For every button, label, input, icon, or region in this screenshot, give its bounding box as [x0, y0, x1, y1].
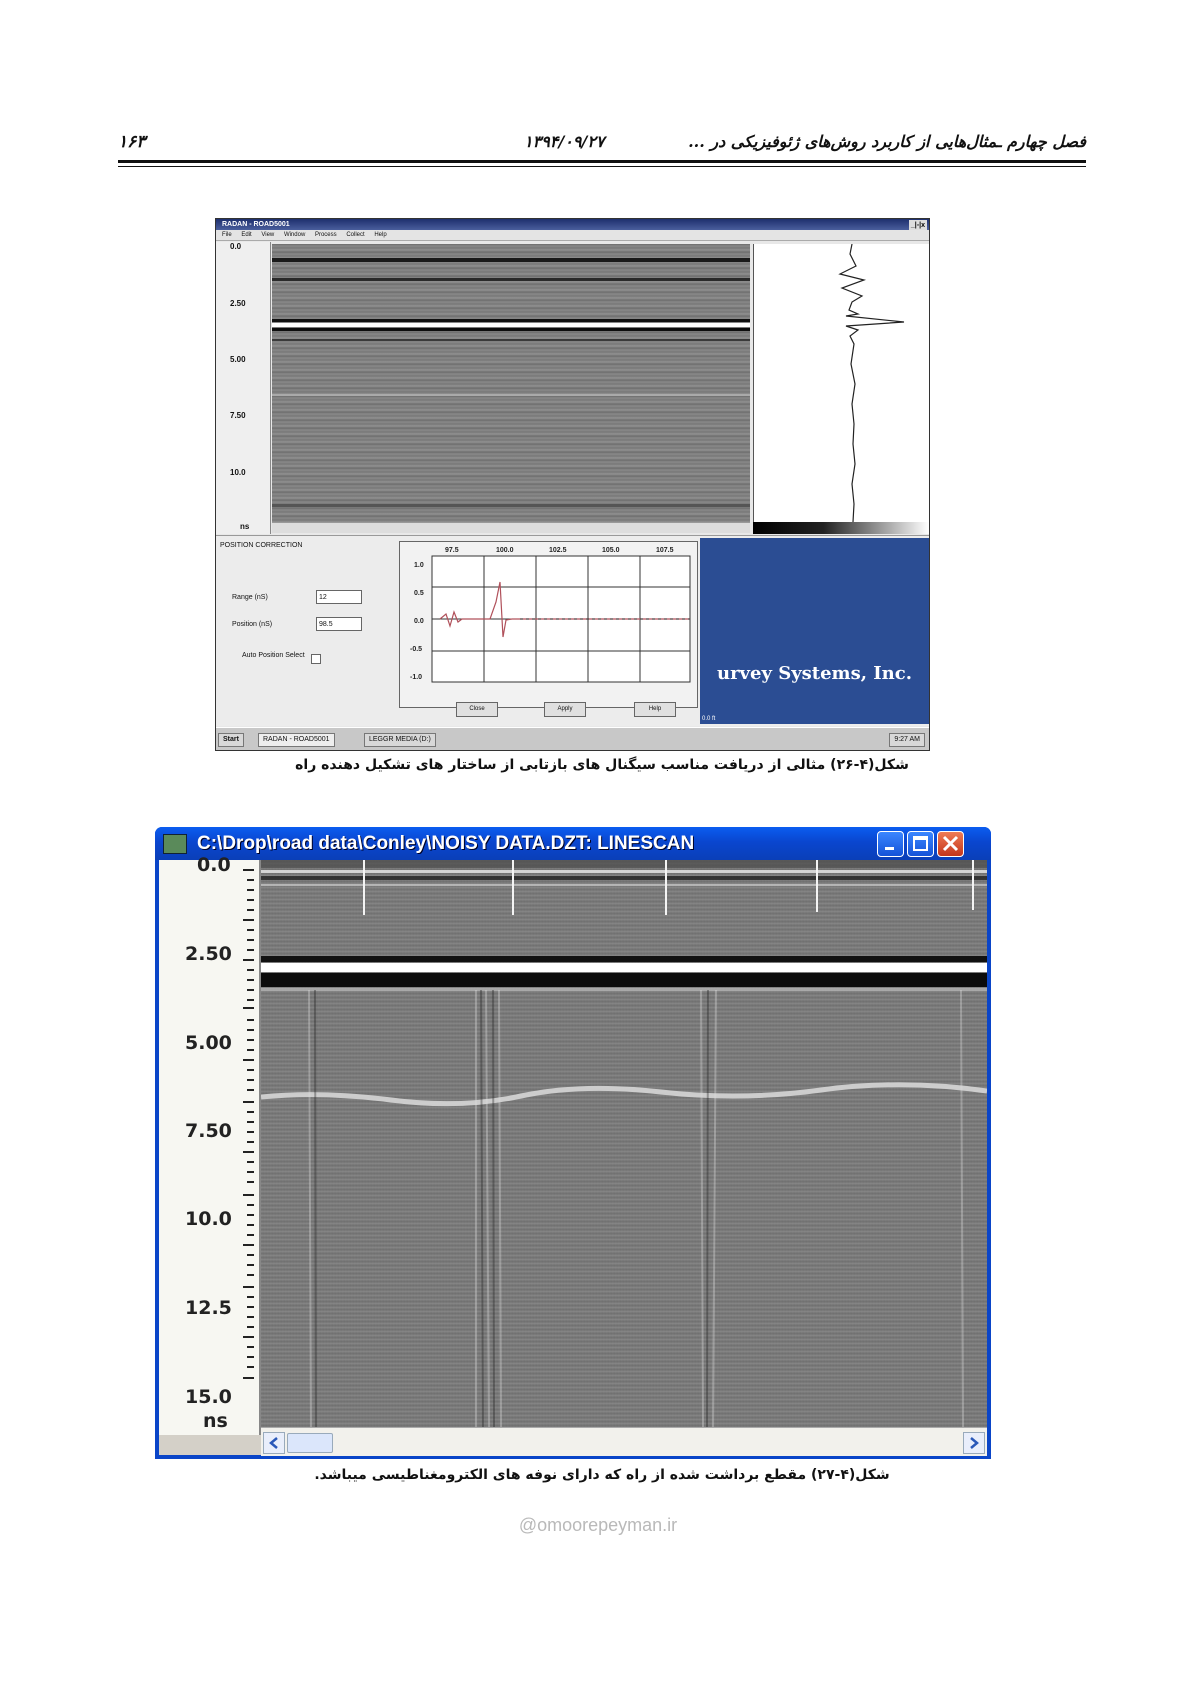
minimize-button[interactable] — [877, 831, 904, 857]
waveform-plot-svg: 97.5 100.0 102.5 105.0 107.5 1.0 0.5 0.0… — [410, 547, 691, 683]
depth-unit: ns — [203, 1410, 228, 1432]
plot-x-tick: 100.0 — [496, 547, 514, 554]
menu-help[interactable]: Help — [374, 232, 386, 238]
depth-tick: 5.00 — [185, 1032, 232, 1054]
auto-position-checkbox[interactable] — [311, 654, 321, 664]
chevron-left-icon — [269, 1437, 278, 1449]
minimize-icon — [885, 847, 894, 850]
radan-menu-bar: File Edit View Window Process Collect He… — [216, 230, 929, 241]
taskbar-item-media[interactable]: LEGGR MEDIA (D:) — [364, 733, 436, 747]
taskbar-clock: 9:27 AM — [889, 733, 925, 747]
menu-view[interactable]: View — [261, 232, 274, 238]
apply-button[interactable]: Apply — [544, 702, 586, 717]
radan-horizontal-scrollbar[interactable] — [272, 522, 750, 533]
gssi-logo-panel: urvey Systems, Inc. 0.0 ft — [700, 538, 929, 724]
header-date: ۱۳۹۴/۰۹/۲۷ — [524, 132, 605, 151]
plot-y-tick: 1.0 — [414, 562, 424, 569]
plot-x-tick: 97.5 — [445, 547, 459, 554]
windows-taskbar: Start RADAN - ROAD5001 LEGGR MEDIA (D:) … — [216, 727, 929, 750]
depth-tick: 7.50 — [185, 1120, 232, 1142]
linescan-noisy-image — [261, 860, 987, 1427]
position-input[interactable]: 98.5 — [316, 617, 362, 631]
position-label: Position (nS) — [232, 621, 273, 628]
depth-tick: 2.50 — [230, 299, 246, 308]
depth-tick: 7.50 — [230, 411, 246, 420]
linescan-client-area: 0.0 2.50 5.00 7.50 10.0 12.5 15.0 ns — [159, 854, 987, 1456]
logo-text: urvey Systems, Inc. — [716, 663, 912, 684]
scroll-thumb[interactable] — [287, 1433, 333, 1453]
depth-tick: 10.0 — [185, 1208, 232, 1230]
panel-title: POSITION CORRECTION — [220, 542, 303, 549]
figure-27-caption: شکل(۴-۲۷) مقطع برداشت شده از راه که دارا… — [314, 1467, 890, 1483]
radan-app-icon — [163, 834, 187, 854]
radan-title: RADAN - ROAD5001 — [222, 221, 290, 228]
figure-27-linescan-window: C:\Drop\road data\Conley\NOISY DATA.DZT:… — [155, 827, 991, 1459]
linescan-horizontal-scrollbar[interactable] — [261, 1427, 987, 1456]
depth-tick: 0.0 — [230, 242, 242, 251]
depth-unit: ns — [240, 522, 250, 531]
linescan-depth-axis: 0.0 2.50 5.00 7.50 10.0 12.5 15.0 ns — [159, 854, 261, 1435]
range-input[interactable]: 12 — [316, 590, 362, 604]
taskbar-item-radan[interactable]: RADAN - ROAD5001 — [258, 733, 335, 747]
plot-y-tick: 0.5 — [414, 590, 424, 597]
radan-scan-bands — [272, 258, 750, 507]
maximize-button[interactable] — [907, 831, 934, 857]
figure-26-radan-window: RADAN - ROAD5001 _|▫|x File Edit View Wi… — [215, 218, 930, 751]
close-icon — [942, 835, 959, 852]
menu-collect[interactable]: Collect — [346, 232, 364, 238]
depth-tick: 5.00 — [230, 355, 246, 364]
plot-y-tick: -0.5 — [410, 646, 422, 653]
figure-26-caption: شکل(۴-۲۶) مثالی از دریافت مناسب سیگنال ه… — [295, 757, 909, 773]
header-rule-thick — [118, 160, 1086, 163]
page-header: ۱۶۳ ۱۳۹۴/۰۹/۲۷ فصل چهارم ـمثال‌هایی از ک… — [118, 128, 1086, 158]
menu-edit[interactable]: Edit — [241, 232, 251, 238]
header-rule-thin — [118, 166, 1086, 167]
radan-color-scale — [753, 522, 929, 534]
auto-position-label: Auto Position Select — [242, 652, 305, 659]
menu-process[interactable]: Process — [315, 232, 337, 238]
chevron-right-icon — [970, 1437, 979, 1449]
close-window-button[interactable] — [937, 831, 964, 857]
linescan-title: C:\Drop\road data\Conley\NOISY DATA.DZT:… — [197, 833, 695, 854]
page-number: ۱۶۳ — [118, 132, 146, 152]
help-button[interactable]: Help — [634, 702, 676, 717]
plot-y-tick: 0.0 — [414, 618, 424, 625]
scroll-left-button[interactable] — [263, 1432, 285, 1454]
status-text: 0.0 ft — [702, 716, 716, 722]
depth-tick: 0.0 — [197, 854, 231, 876]
menu-file[interactable]: File — [222, 232, 232, 238]
depth-tick: 10.0 — [230, 468, 246, 477]
plot-x-tick: 107.5 — [656, 547, 674, 554]
menu-window[interactable]: Window — [284, 232, 305, 238]
plot-y-tick: -1.0 — [410, 674, 422, 681]
plot-x-tick: 102.5 — [549, 547, 567, 554]
radan-waveform-trace — [838, 243, 905, 523]
radan-title-bar: RADAN - ROAD5001 _|▫|x — [216, 219, 929, 231]
maximize-icon — [913, 836, 928, 851]
depth-tick: 15.0 — [185, 1386, 232, 1408]
position-correction-panel: POSITION CORRECTION Range (nS) 12 Positi… — [216, 535, 929, 726]
close-button[interactable]: Close — [456, 702, 498, 717]
chapter-title: فصل چهارم ـمثال‌هایی از کاربرد روش‌های ژ… — [688, 132, 1086, 151]
scroll-right-button[interactable] — [963, 1432, 985, 1454]
depth-tick: 2.50 — [185, 943, 232, 965]
waveform-plot: 97.5 100.0 102.5 105.0 107.5 1.0 0.5 0.0… — [399, 541, 698, 708]
linescan-title-bar: C:\Drop\road data\Conley\NOISY DATA.DZT:… — [155, 827, 991, 860]
radan-linescan-image — [272, 244, 750, 522]
start-button[interactable]: Start — [218, 733, 244, 747]
radan-depth-axis: 0.0 2.50 5.00 7.50 10.0 ns — [216, 242, 271, 534]
linescan-features — [261, 860, 987, 1427]
range-label: Range (nS) — [232, 594, 268, 601]
depth-tick: 12.5 — [185, 1297, 232, 1319]
plot-x-tick: 105.0 — [602, 547, 620, 554]
radan-waveform-panel — [753, 243, 929, 523]
watermark-url: @omoorepeyman.ir — [518, 1515, 678, 1535]
